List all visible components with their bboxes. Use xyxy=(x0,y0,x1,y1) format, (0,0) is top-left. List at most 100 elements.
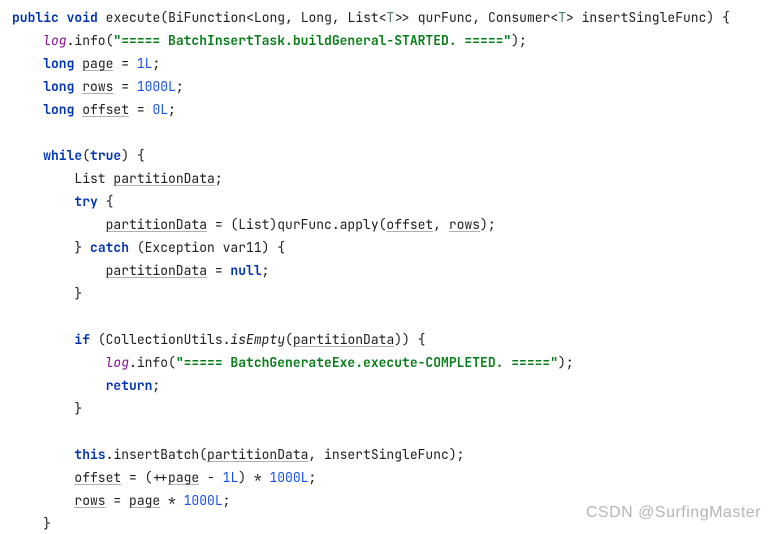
line-15: if (CollectionUtils.isEmpty(partitionDat… xyxy=(74,331,425,348)
txt: ; xyxy=(215,170,223,187)
line-17: return; xyxy=(106,377,161,394)
line-12: partitionData = null; xyxy=(106,262,270,279)
var-offset: offset xyxy=(74,469,121,486)
field-log: log xyxy=(43,32,66,49)
code-block: public void execute(BiFunction<Long, Lon… xyxy=(0,0,779,534)
string-literal: "===== BatchGenerateExe.execute-COMPLETE… xyxy=(176,354,558,371)
num: 1L xyxy=(137,55,153,72)
txt: ; xyxy=(176,78,184,95)
type-long: Long xyxy=(301,9,332,26)
var-partitiondata: partitionData xyxy=(207,446,308,463)
var-partitiondata: partitionData xyxy=(293,331,394,348)
kw-long: long xyxy=(43,55,74,72)
line-4: long rows = 1000L; xyxy=(43,78,183,95)
txt: (Exception var11) { xyxy=(129,239,285,256)
type-bifunction: BiFunction xyxy=(168,9,246,26)
string-literal: "===== BatchInsertTask.buildGeneral-STAR… xyxy=(113,32,511,49)
line-2: log.info("===== BatchInsertTask.buildGen… xyxy=(43,32,527,49)
field-log: log xyxy=(106,354,129,371)
txt: { xyxy=(98,193,114,210)
var-page: page xyxy=(82,55,113,72)
type-param-t: T xyxy=(558,9,566,26)
num: 1000L xyxy=(184,492,223,509)
txt: ( xyxy=(82,147,90,164)
txt: ; xyxy=(168,101,176,118)
var-page: page xyxy=(129,492,160,509)
type-consumer: Consumer xyxy=(488,9,550,26)
txt: )) { xyxy=(394,331,425,348)
txt: ; xyxy=(308,469,316,486)
var-rows: rows xyxy=(74,492,105,509)
txt: = (++ xyxy=(121,469,168,486)
kw-public: public xyxy=(12,9,59,26)
line-21: offset = (++page - 1L) * 1000L; xyxy=(74,469,316,486)
var-rows: rows xyxy=(82,78,113,95)
line-23: } xyxy=(43,515,51,532)
txt: } xyxy=(74,239,90,256)
txt: , xyxy=(433,216,449,233)
kw-long: long xyxy=(43,101,74,118)
kw-if: if xyxy=(74,331,90,348)
txt: ) { xyxy=(121,147,144,164)
method-name: execute xyxy=(106,9,161,26)
txt: .info( xyxy=(67,32,114,49)
txt: ); xyxy=(480,216,496,233)
var-rows: rows xyxy=(449,216,480,233)
line-22: rows = page * 1000L; xyxy=(74,492,230,509)
txt: = xyxy=(106,492,129,509)
type-list: List xyxy=(74,170,105,187)
txt: ; xyxy=(262,262,270,279)
txt: * xyxy=(160,492,183,509)
param-insertsinglefunc: insertSingleFunc xyxy=(582,9,707,26)
txt: ); xyxy=(511,32,527,49)
kw-return: return xyxy=(106,377,153,394)
txt: (CollectionUtils. xyxy=(90,331,230,348)
line-11: } catch (Exception var11) { xyxy=(74,239,285,256)
var-partitiondata: partitionData xyxy=(106,262,207,279)
type-long: Long xyxy=(254,9,285,26)
kw-catch: catch xyxy=(90,239,129,256)
line-3: long page = 1L; xyxy=(43,55,160,72)
num: 1000L xyxy=(137,78,176,95)
line-13: } xyxy=(74,285,82,302)
txt: = xyxy=(129,101,152,118)
param-qurfunc: qurFunc xyxy=(418,9,473,26)
var-offset: offset xyxy=(82,101,129,118)
kw-true: true xyxy=(90,147,121,164)
txt: .insertBatch( xyxy=(106,446,207,463)
num: 1000L xyxy=(269,469,308,486)
txt: - xyxy=(199,469,222,486)
var-page: page xyxy=(168,469,199,486)
line-8: List partitionData; xyxy=(74,170,222,187)
var-offset: offset xyxy=(386,216,433,233)
line-16: log.info("===== BatchGenerateExe.execute… xyxy=(106,354,574,371)
line-18: } xyxy=(74,400,82,417)
line-7: while(true) { xyxy=(43,147,144,164)
type-param-t: T xyxy=(387,9,395,26)
var-partitiondata: partitionData xyxy=(106,216,207,233)
kw-while: while xyxy=(43,147,82,164)
kw-try: try xyxy=(74,193,97,210)
kw-this: this xyxy=(74,446,105,463)
num: 0L xyxy=(152,101,168,118)
line-20: this.insertBatch(partitionData, insertSi… xyxy=(74,446,464,463)
kw-long: long xyxy=(43,78,74,95)
txt: ); xyxy=(558,354,574,371)
txt: = xyxy=(207,262,230,279)
txt: .info( xyxy=(129,354,176,371)
method-isempty: isEmpty xyxy=(230,331,285,348)
type-list: List xyxy=(348,9,379,26)
txt: ; xyxy=(152,377,160,394)
var-partitiondata: partitionData xyxy=(113,170,214,187)
line-9: try { xyxy=(74,193,113,210)
kw-void: void xyxy=(67,9,98,26)
txt: ; xyxy=(152,55,160,72)
txt: , insertSingleFunc); xyxy=(308,446,464,463)
txt: = (List)qurFunc.apply( xyxy=(207,216,386,233)
line-1: public void execute(BiFunction<Long, Lon… xyxy=(12,9,730,26)
line-5: long offset = 0L; xyxy=(43,101,176,118)
txt: = xyxy=(113,78,136,95)
txt: ( xyxy=(285,331,293,348)
kw-null: null xyxy=(230,262,261,279)
txt: = xyxy=(113,55,136,72)
